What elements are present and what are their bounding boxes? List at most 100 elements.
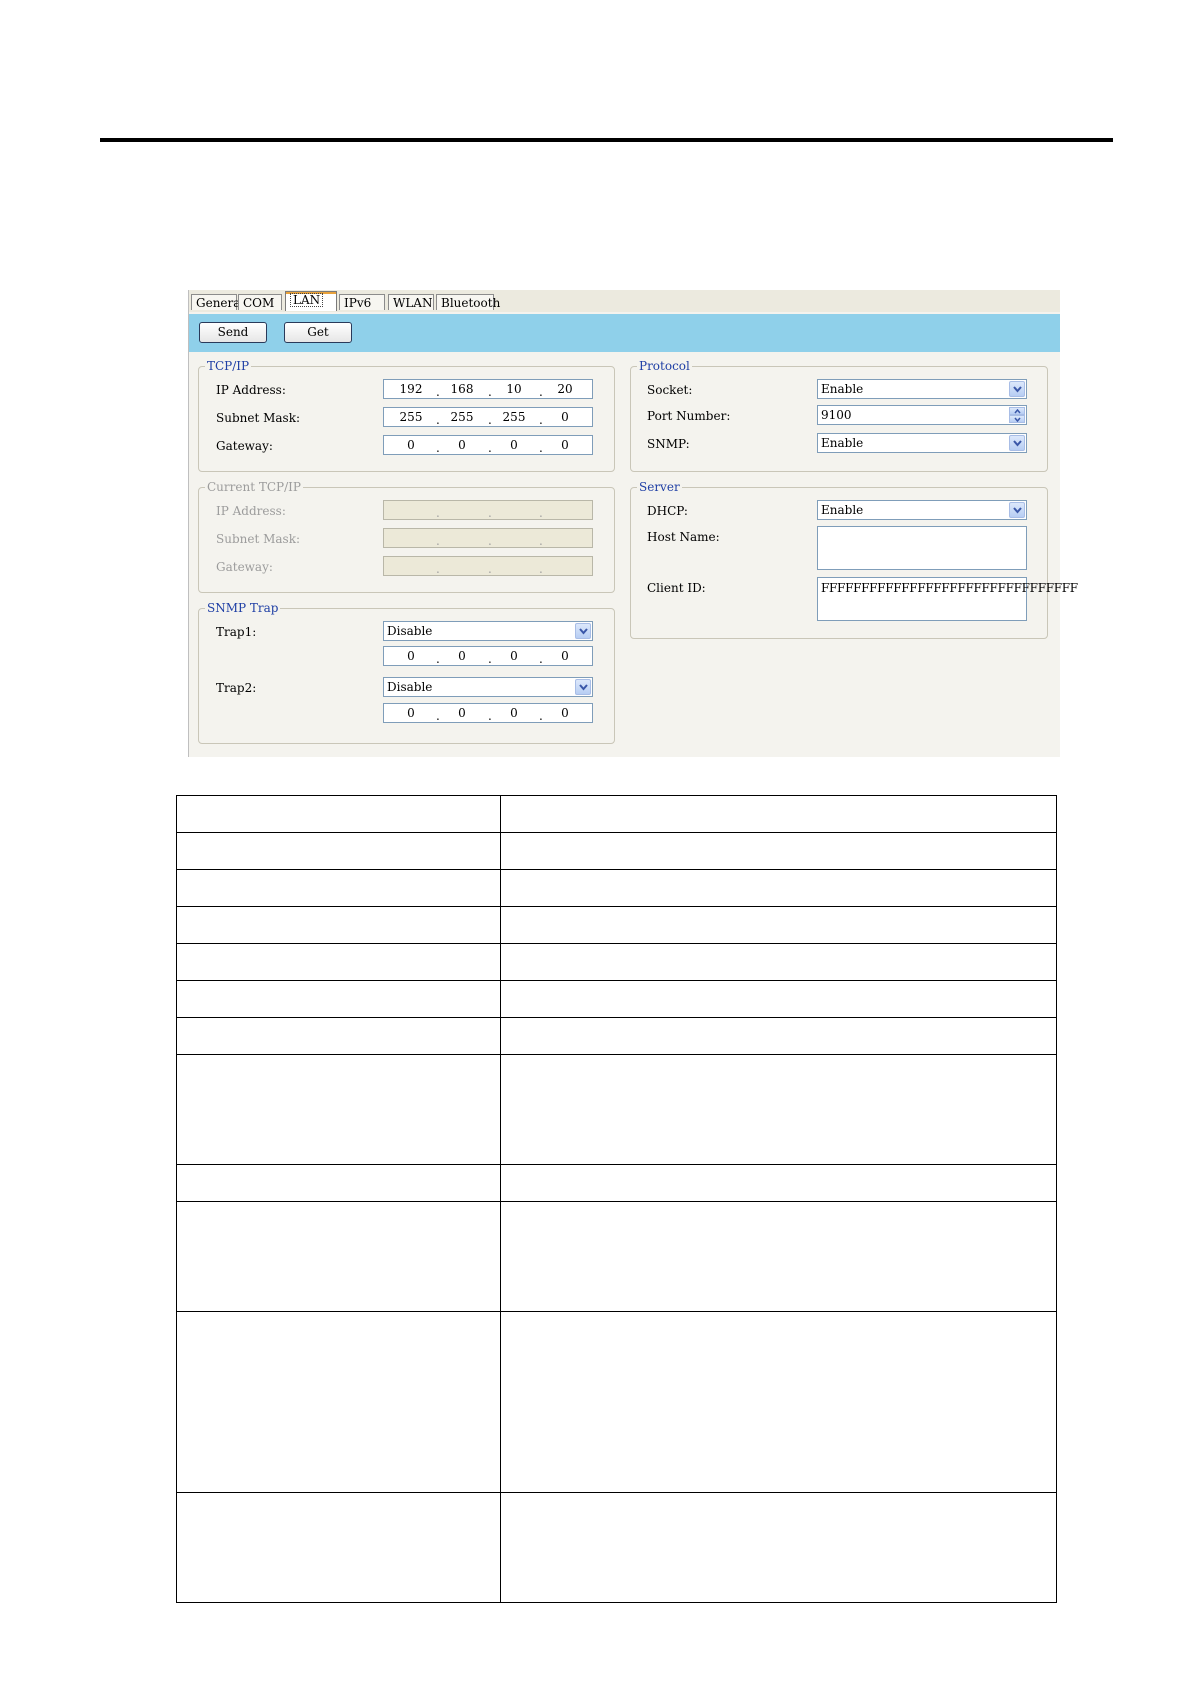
socket-value: Enable	[821, 382, 864, 396]
page-top-rule	[100, 138, 1113, 142]
ip-separator: .	[488, 534, 492, 548]
ip-separator: .	[488, 652, 492, 666]
table-row	[176, 1492, 1057, 1603]
trap1-octet-3: 0	[510, 649, 518, 663]
host-name-input[interactable]	[817, 526, 1027, 570]
ip-octet-2: 168	[450, 382, 474, 396]
ip-octet-3: 10	[506, 382, 522, 396]
table-cell	[500, 832, 1057, 870]
current-ip-label: IP Address:	[216, 504, 286, 518]
trap2-select[interactable]: Disable	[383, 677, 593, 697]
snmp-select[interactable]: Enable	[817, 433, 1027, 453]
gateway-octet-2: 0	[458, 438, 466, 452]
table-cell	[176, 1164, 501, 1202]
table-row	[176, 980, 1057, 1018]
table-row	[176, 1164, 1057, 1202]
tcpip-group: TCP/IP IP Address: 192 . 168 . 10 . 20 S…	[198, 358, 615, 472]
table-cell	[500, 1054, 1057, 1165]
dhcp-label: DHCP:	[647, 504, 688, 518]
chevron-down-icon[interactable]	[575, 623, 591, 639]
send-button[interactable]: Send	[199, 322, 267, 343]
ip-separator: .	[488, 506, 492, 520]
trap1-value: Disable	[387, 624, 433, 638]
host-name-label: Host Name:	[647, 530, 720, 544]
trap1-ip-field[interactable]: 0 . 0 . 0 . 0	[383, 646, 593, 666]
tab-com[interactable]: COM	[238, 294, 282, 310]
protocol-group: Protocol Socket: Enable Port Number: 910…	[630, 358, 1048, 472]
trap1-octet-2: 0	[458, 649, 466, 663]
subnet-mask-field[interactable]: 255 . 255 . 255 . 0	[383, 407, 593, 427]
trap1-select[interactable]: Disable	[383, 621, 593, 641]
dhcp-value: Enable	[821, 503, 864, 517]
current-tcpip-group-title: Current TCP/IP	[205, 479, 303, 495]
table-cell	[500, 1201, 1057, 1312]
chevron-down-icon[interactable]	[1009, 381, 1025, 397]
ip-separator: .	[488, 413, 492, 427]
table-cell	[176, 943, 501, 981]
spin-up-icon[interactable]	[1009, 407, 1025, 415]
get-button[interactable]: Get	[284, 322, 352, 343]
socket-select[interactable]: Enable	[817, 379, 1027, 399]
ip-separator: .	[436, 506, 440, 520]
tab-general[interactable]: General	[191, 294, 244, 310]
spin-buttons[interactable]	[1009, 407, 1025, 423]
table-cell	[176, 980, 501, 1018]
dhcp-select[interactable]: Enable	[817, 500, 1027, 520]
ip-separator: .	[539, 562, 543, 576]
spin-down-icon[interactable]	[1009, 415, 1025, 423]
client-id-label: Client ID:	[647, 581, 706, 595]
chevron-down-icon[interactable]	[575, 679, 591, 695]
tab-lan-label: LAN	[290, 293, 324, 307]
snmp-trap-group-title: SNMP Trap	[205, 600, 281, 616]
current-gateway-label: Gateway:	[216, 560, 273, 574]
ip-separator: .	[436, 562, 440, 576]
trap2-octet-4: 0	[561, 706, 569, 720]
ip-separator: .	[436, 441, 440, 455]
chevron-down-icon[interactable]	[1009, 435, 1025, 451]
table-cell	[500, 1017, 1057, 1055]
table-row	[176, 1201, 1057, 1312]
ip-octet-1: 192	[399, 382, 423, 396]
tab-bluetooth[interactable]: Bluetooth	[436, 294, 500, 310]
ip-separator: .	[436, 385, 440, 399]
table-cell	[176, 1311, 501, 1493]
current-ip-field: . . .	[383, 500, 593, 520]
lan-settings-screenshot: General COM LAN IPv6 WLAN Bluetooth Send…	[188, 290, 1078, 757]
table-row	[176, 1311, 1057, 1493]
trap1-octet-4: 0	[561, 649, 569, 663]
gateway-octet-1: 0	[407, 438, 415, 452]
trap2-ip-field[interactable]: 0 . 0 . 0 . 0	[383, 703, 593, 723]
current-mask-label: Subnet Mask:	[216, 532, 301, 546]
table-row	[176, 906, 1057, 944]
ip-separator: .	[539, 385, 543, 399]
gateway-field[interactable]: 0 . 0 . 0 . 0	[383, 435, 593, 455]
mask-octet-4: 0	[561, 410, 569, 424]
ip-separator: .	[539, 506, 543, 520]
table-cell	[176, 795, 501, 833]
table-cell	[176, 1017, 501, 1055]
server-group: Server DHCP: Enable Host Name: Client ID…	[630, 479, 1078, 639]
server-group-title: Server	[637, 479, 682, 495]
trap2-octet-3: 0	[510, 706, 518, 720]
table-cell	[176, 869, 501, 907]
ip-address-field[interactable]: 192 . 168 . 10 . 20	[383, 379, 593, 399]
table-row	[176, 943, 1057, 981]
mask-octet-3: 255	[502, 410, 526, 424]
client-id-value: FFFFFFFFFFFFFFFFFFFFFFFFFFFFFFFF	[821, 581, 1078, 595]
gateway-octet-3: 0	[510, 438, 518, 452]
ip-separator: .	[488, 385, 492, 399]
ip-separator: .	[539, 413, 543, 427]
snmp-trap-group: SNMP Trap Trap1: Disable 0 . 0 . 0 . 0 T…	[198, 600, 615, 744]
tab-lan[interactable]: LAN	[285, 291, 337, 311]
current-gateway-field: . . .	[383, 556, 593, 576]
table-cell	[500, 906, 1057, 944]
port-number-stepper[interactable]: 9100	[817, 405, 1027, 425]
table-row	[176, 795, 1057, 833]
trap2-value: Disable	[387, 680, 433, 694]
mask-octet-2: 255	[450, 410, 474, 424]
tab-wlan[interactable]: WLAN	[388, 294, 434, 310]
protocol-group-title: Protocol	[637, 358, 692, 374]
client-id-input[interactable]: FFFFFFFFFFFFFFFFFFFFFFFFFFFFFFFF	[817, 577, 1078, 621]
tab-ipv6[interactable]: IPv6	[339, 294, 385, 310]
chevron-down-icon[interactable]	[1009, 502, 1025, 518]
